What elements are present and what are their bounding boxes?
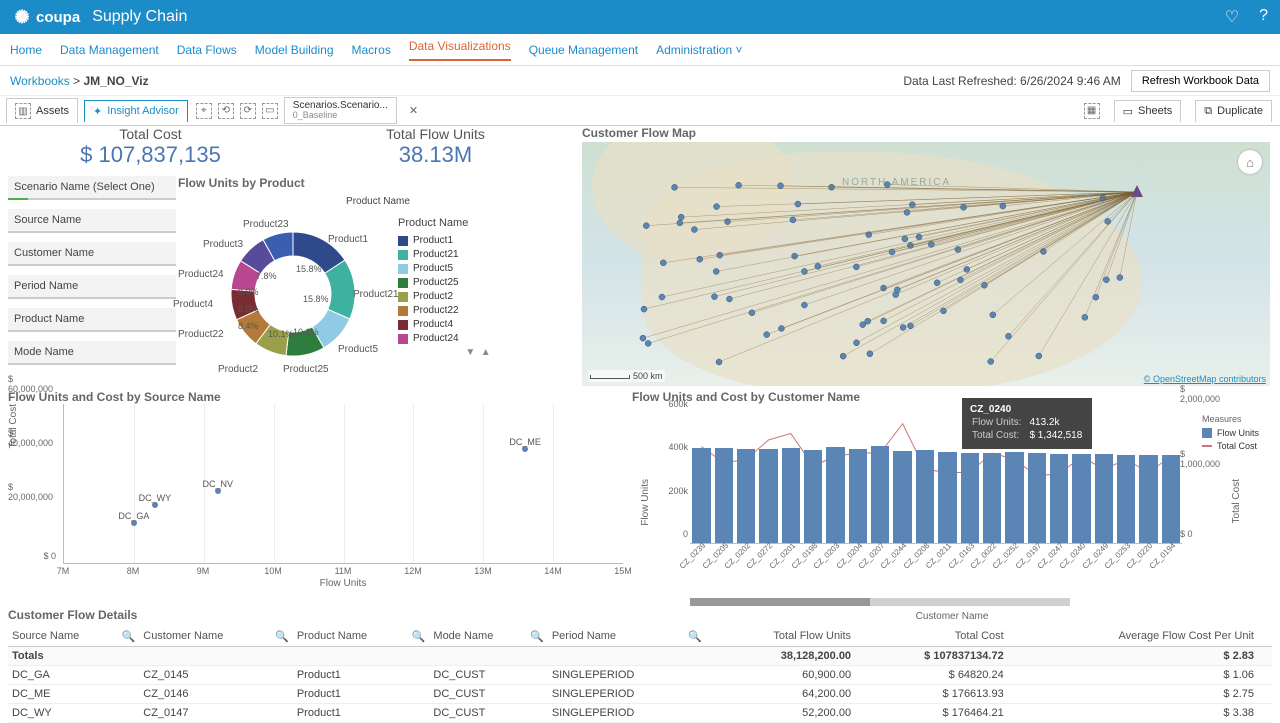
filter-scenario[interactable]: Scenario Name (Select One) — [8, 176, 176, 200]
nav-model-building[interactable]: Model Building — [255, 43, 334, 57]
selection-chip[interactable]: Scenarios.Scenario... 0_Baseline — [284, 97, 397, 124]
nav-data-visualizations[interactable]: Data Visualizations — [409, 39, 511, 61]
assets-icon: ▥ — [15, 103, 31, 119]
filter-period[interactable]: Period Name — [8, 275, 176, 299]
customer-flow-table[interactable]: Customer Flow Details Source Name🔍Custom… — [8, 608, 1272, 720]
nav-data-management[interactable]: Data Management — [60, 43, 159, 57]
smart-search-icon[interactable]: ⌖ — [196, 103, 212, 119]
nav-macros[interactable]: Macros — [352, 43, 391, 57]
filter-source[interactable]: Source Name — [8, 209, 176, 233]
breadcrumb: Workbooks > JM_NO_Viz — [10, 74, 149, 88]
top-bar: ✺ coupa Supply Chain ♡ ? — [0, 0, 1280, 34]
filter-product[interactable]: Product Name — [8, 308, 176, 332]
filter-customer[interactable]: Customer Name — [8, 242, 176, 266]
nav-home[interactable]: Home — [10, 43, 42, 57]
main-nav: Home Data Management Data Flows Model Build… — [0, 34, 1280, 66]
breadcrumb-root[interactable]: Workbooks — [10, 74, 70, 88]
help-icon[interactable]: ? — [1259, 7, 1268, 27]
kpi-total-units: Total Flow Units 38.13M — [293, 126, 578, 176]
bar-legend: Measures Flow Units Total Cost — [1202, 414, 1272, 454]
clear-sel-icon[interactable]: ▭ — [262, 103, 278, 119]
map-scale: 500 km — [588, 370, 665, 382]
nav-queue-management[interactable]: Queue Management — [529, 43, 638, 57]
duplicate-icon: ⧉ — [1204, 105, 1212, 118]
sub-header: Workbooks > JM_NO_Viz Data Last Refreshe… — [0, 66, 1280, 96]
nav-data-flows[interactable]: Data Flows — [177, 43, 237, 57]
sheets-button[interactable]: ▭Sheets — [1114, 100, 1182, 122]
duplicate-button[interactable]: ⧉Duplicate — [1195, 100, 1272, 122]
donut-chart[interactable]: Flow Units by Product Product Name Produ… — [178, 176, 578, 386]
sheet-icon: ▭ — [1123, 105, 1133, 118]
assets-tab[interactable]: ▥Assets — [6, 98, 78, 123]
app-title: Supply Chain — [92, 8, 187, 26]
nav-administration[interactable]: Administration ˅ — [656, 43, 742, 57]
kpi-total-cost: Total Cost $ 107,837,135 — [8, 126, 293, 176]
logo-icon: ✺ — [12, 7, 32, 27]
table-row[interactable]: DC_MECZ_0146Product1DC_CUSTSINGLEPERIOD6… — [8, 685, 1272, 704]
insight-advisor-tab[interactable]: ✦Insight Advisor — [84, 100, 188, 122]
sheet-toolbar: ▥Assets ✦Insight Advisor ⌖ ⟲ ⟳ ▭ Scenari… — [0, 96, 1280, 126]
bar-tooltip: CZ_0240 Flow Units:413.2k Total Cost:$ 1… — [962, 398, 1092, 449]
breadcrumb-leaf: JM_NO_Viz — [84, 74, 149, 88]
brand-text: coupa — [36, 9, 80, 26]
step-back-icon[interactable]: ⟲ — [218, 103, 234, 119]
scatter-chart[interactable]: Flow Units and Cost by Source Name Total… — [8, 390, 628, 590]
filter-pane: Scenario Name (Select One) Source Name Cus… — [8, 176, 176, 374]
customer-flow-map[interactable]: Customer Flow Map NORTH AMERICA ⌂ 500 km… — [582, 126, 1270, 386]
bell-icon[interactable]: ♡ — [1225, 7, 1239, 27]
step-fwd-icon[interactable]: ⟳ — [240, 103, 256, 119]
filter-mode[interactable]: Mode Name — [8, 341, 176, 365]
clear-selection-icon[interactable]: ✕ — [403, 104, 424, 117]
bar-scrollbar[interactable] — [690, 598, 1070, 606]
refresh-timestamp: Data Last Refreshed: 6/26/2024 9:46 AM — [903, 74, 1120, 88]
table-row[interactable]: DC_GACZ_0145Product1DC_CUSTSINGLEPERIOD6… — [8, 666, 1272, 685]
bar-chart[interactable]: Flow Units and Cost by Customer Name Flo… — [632, 390, 1272, 590]
donut-legend: Product Name Product1Product21Product5Pr… — [398, 209, 558, 379]
osm-attribution[interactable]: © OpenStreetMap contributors — [1144, 374, 1266, 384]
brand-logo: ✺ coupa — [12, 7, 80, 27]
refresh-button[interactable]: Refresh Workbook Data — [1131, 70, 1270, 92]
grid-view-icon[interactable]: ▦ — [1084, 103, 1100, 119]
map-home-icon[interactable]: ⌂ — [1238, 150, 1262, 174]
